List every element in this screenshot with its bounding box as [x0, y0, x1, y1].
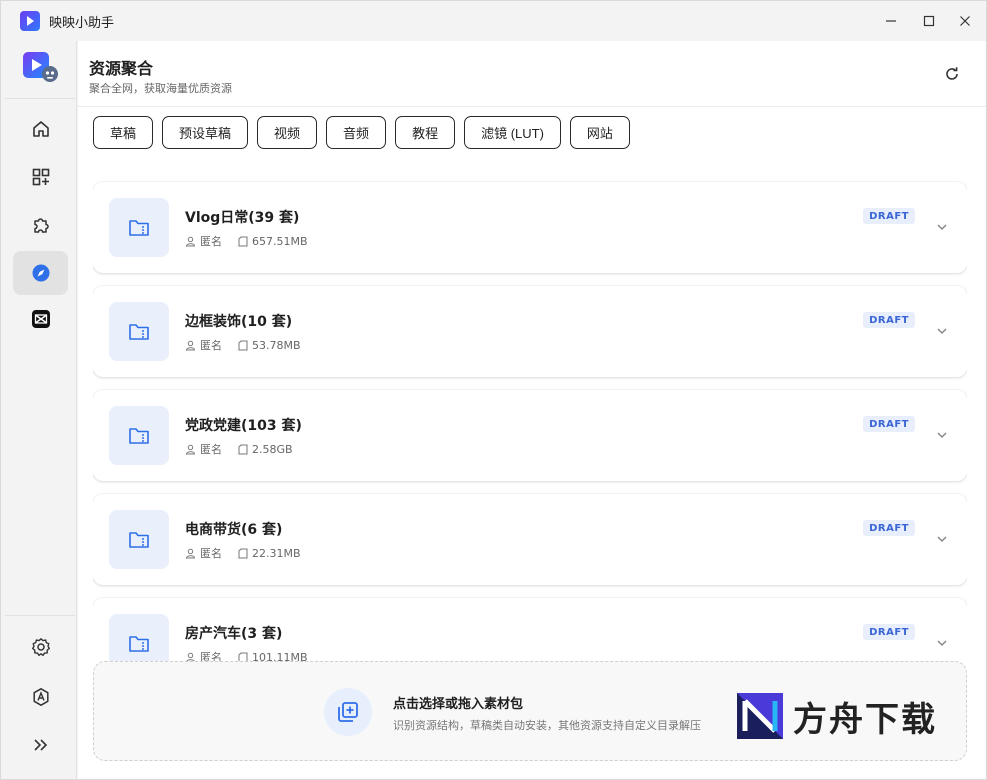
- gear-icon: [31, 638, 50, 656]
- refresh-icon: [946, 67, 958, 80]
- home-icon: [32, 121, 49, 137]
- compass-icon: [32, 264, 49, 282]
- type-badge: DRAFT: [863, 312, 915, 328]
- sidebar-item-capcut[interactable]: [13, 297, 68, 341]
- minimize-button[interactable]: [881, 11, 901, 31]
- resource-name: 电商带货(6 套): [185, 522, 283, 538]
- user-icon: [185, 444, 196, 454]
- tab-video[interactable]: 视频: [257, 116, 318, 149]
- resource-meta: 匿名 53.78MB: [185, 337, 301, 353]
- page-header: 资源聚合 聚合全网，获取海量优质资源: [78, 41, 986, 107]
- grid-add-icon: [32, 168, 49, 186]
- tab-lut[interactable]: 滤镜 (LUT): [464, 116, 561, 149]
- double-chevron-right-icon: [33, 739, 47, 751]
- resource-name: 党政党建(103 套): [185, 418, 302, 434]
- resource-card[interactable]: 党政党建(103 套) 匿名 2.58GB DRAFT: [93, 390, 967, 481]
- file-size-icon: [238, 444, 248, 454]
- resource-name: 房产汽车(3 套): [185, 626, 283, 642]
- app-icon: [20, 11, 40, 31]
- refresh-button[interactable]: [942, 64, 962, 84]
- close-button[interactable]: [955, 11, 975, 31]
- puzzle-icon: [33, 218, 49, 233]
- folder-thumbnail: [109, 510, 169, 569]
- maximize-icon: [923, 15, 935, 27]
- sidebar-item-apps[interactable]: [13, 155, 68, 199]
- sidebar: [1, 41, 77, 779]
- resource-card[interactable]: 边框装饰(10 套) 匿名 53.78MB DRAFT: [93, 286, 967, 377]
- sidebar-divider-bottom: [5, 615, 75, 616]
- resource-meta: 匿名 22.31MB: [185, 545, 301, 561]
- sidebar-expand-button[interactable]: [13, 723, 68, 767]
- user-icon: [185, 340, 196, 350]
- type-badge: DRAFT: [863, 416, 915, 432]
- type-badge: DRAFT: [863, 520, 915, 536]
- category-tabs: 草稿 预设草稿 视频 音频 教程 滤镜 (LUT) 网站: [93, 116, 630, 149]
- chevron-down-icon[interactable]: [935, 220, 949, 234]
- add-package-icon: [324, 688, 372, 736]
- page-subtitle: 聚合全网，获取海量优质资源: [89, 82, 232, 95]
- sidebar-item-discover[interactable]: [13, 251, 68, 295]
- file-size-icon: [238, 340, 248, 350]
- type-badge: DRAFT: [863, 624, 915, 640]
- folder-icon: [129, 531, 149, 548]
- type-badge: DRAFT: [863, 208, 915, 224]
- file-size-icon: [238, 548, 248, 558]
- folder-thumbnail: [109, 406, 169, 465]
- resource-meta: 匿名 657.51MB: [185, 233, 308, 249]
- chevron-down-icon[interactable]: [935, 636, 949, 650]
- watermark-text: 方舟下载: [793, 699, 937, 740]
- resource-card[interactable]: 电商带货(6 套) 匿名 22.31MB DRAFT: [93, 494, 967, 585]
- folder-icon: [129, 323, 149, 340]
- app-window: 映映小助手 资源聚合 聚合全网，获取海量优质资源 草稿 预设草稿 视频 音频 教…: [0, 0, 987, 780]
- resource-author: 匿名: [200, 547, 222, 560]
- title-bar: 映映小助手: [1, 1, 986, 41]
- tab-audio[interactable]: 音频: [326, 116, 387, 149]
- window-title: 映映小助手: [49, 16, 115, 31]
- page-title: 资源聚合: [89, 59, 154, 78]
- resource-list: Vlog日常(39 套) 匿名 657.51MB DRAFT 边框装饰(10 套…: [93, 181, 967, 701]
- resource-size: 657.51MB: [252, 234, 308, 248]
- watermark-logo-icon: [737, 693, 783, 739]
- folder-icon: [129, 635, 149, 652]
- user-icon: [185, 236, 196, 246]
- chevron-down-icon[interactable]: [935, 428, 949, 442]
- tab-websites[interactable]: 网站: [569, 116, 630, 149]
- watermark: 方舟下载: [737, 691, 947, 741]
- capcut-icon: [31, 310, 50, 328]
- tab-preset-drafts[interactable]: 预设草稿: [162, 116, 249, 149]
- resource-author: 匿名: [200, 443, 222, 456]
- sidebar-item-plugins[interactable]: [13, 203, 68, 247]
- folder-thumbnail: [109, 198, 169, 257]
- resource-author: 匿名: [200, 339, 222, 352]
- file-size-icon: [238, 236, 248, 246]
- folder-icon: [129, 219, 149, 236]
- resource-author: 匿名: [200, 235, 222, 248]
- badge-a-icon: [32, 688, 49, 706]
- close-icon: [960, 16, 970, 26]
- resource-size: 2.58GB: [252, 442, 293, 456]
- resource-card[interactable]: Vlog日常(39 套) 匿名 657.51MB DRAFT: [93, 182, 967, 273]
- user-icon: [185, 548, 196, 558]
- sidebar-item-settings[interactable]: [13, 625, 68, 669]
- resource-name: Vlog日常(39 套): [185, 210, 300, 226]
- dropzone-hint: 识别资源结构，草稿类自动安装，其他资源支持自定义目录解压: [393, 719, 701, 732]
- sidebar-item-about[interactable]: [13, 675, 68, 719]
- chevron-down-icon[interactable]: [935, 532, 949, 546]
- tab-drafts[interactable]: 草稿: [93, 116, 154, 149]
- main-panel: 资源聚合 聚合全网，获取海量优质资源 草稿 预设草稿 视频 音频 教程 滤镜 (…: [78, 41, 986, 779]
- resource-size: 53.78MB: [252, 338, 301, 352]
- tab-tutorial[interactable]: 教程: [395, 116, 456, 149]
- app-logo-icon: [23, 52, 58, 82]
- minimize-icon: [886, 20, 896, 22]
- dropzone-title: 点击选择或拖入素材包: [393, 697, 524, 712]
- maximize-button[interactable]: [919, 11, 939, 31]
- folder-icon: [129, 427, 149, 444]
- chevron-down-icon[interactable]: [935, 324, 949, 338]
- resource-name: 边框装饰(10 套): [185, 314, 293, 330]
- folder-thumbnail: [109, 302, 169, 361]
- sidebar-divider: [5, 98, 75, 99]
- resource-meta: 匿名 2.58GB: [185, 441, 293, 457]
- sidebar-item-home[interactable]: [13, 107, 68, 151]
- resource-size: 22.31MB: [252, 546, 301, 560]
